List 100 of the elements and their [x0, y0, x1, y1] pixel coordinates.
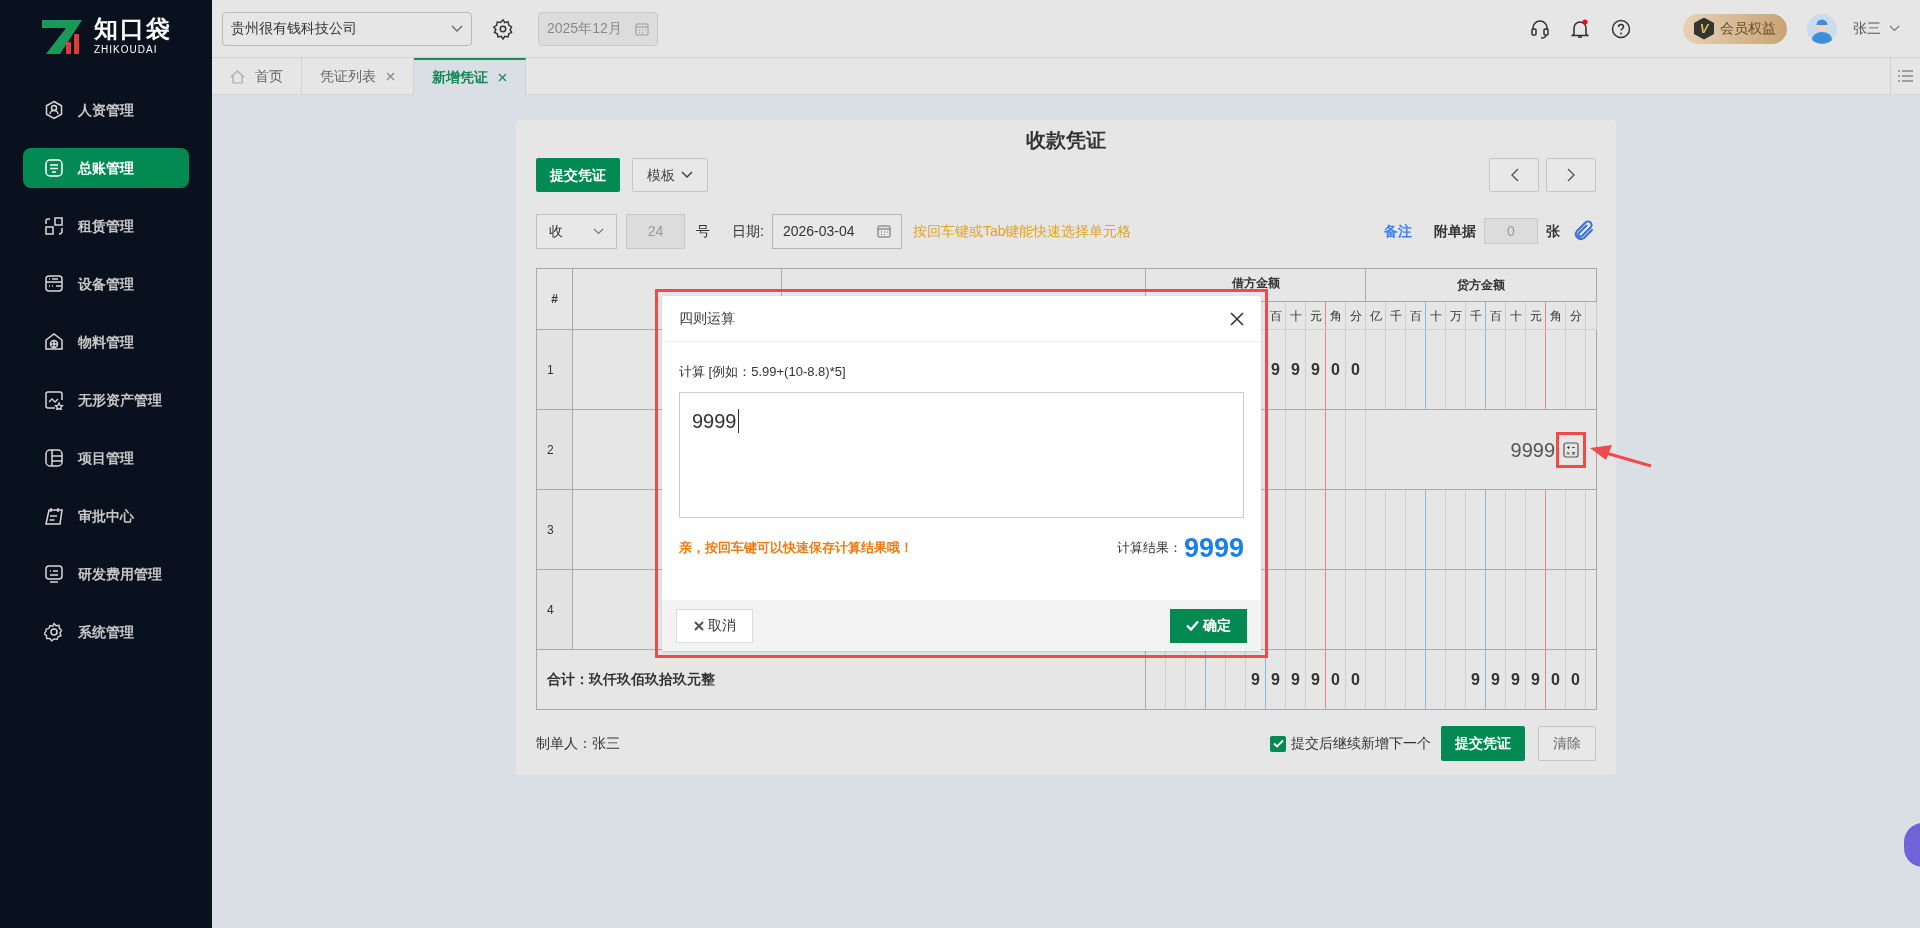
- total-label: 合计：玖仟玖佰玖拾玖元整: [547, 671, 715, 687]
- submit-button[interactable]: 提交凭证: [1441, 726, 1525, 761]
- submit-button[interactable]: 提交凭证: [536, 158, 620, 192]
- row-number: 4: [547, 602, 554, 617]
- unit-label: 千: [1469, 308, 1482, 323]
- sidebar-item[interactable]: 总账管理: [23, 148, 189, 188]
- calculator-icon[interactable]: [1563, 441, 1580, 458]
- hint-text: 按回车键或Tab键能快速选择单元格: [912, 221, 1132, 241]
- pointer-arrow: [1588, 444, 1652, 468]
- document-icon: [44, 158, 64, 178]
- chevron-left-icon: [1509, 168, 1519, 182]
- unit-label: 百: [1269, 308, 1282, 323]
- unit-label: 元: [1529, 308, 1542, 323]
- digit: 0: [1351, 670, 1360, 688]
- logo-text: 知口袋: [94, 17, 172, 41]
- attachments-suffix: 张: [1546, 221, 1560, 241]
- sidebar-item[interactable]: 审批中心: [23, 496, 189, 536]
- person-icon: [44, 100, 64, 120]
- tip-text: 亲，按回车键可以快速保存计算结果哦！: [679, 538, 913, 557]
- digit: 9: [1271, 670, 1280, 688]
- maker-text: 制单人：张三: [536, 734, 620, 753]
- headset-icon[interactable]: [1531, 18, 1549, 39]
- unit-label: 百: [1409, 308, 1422, 323]
- continue-checkbox[interactable]: [1270, 735, 1286, 752]
- unit-label: 分: [1569, 308, 1582, 323]
- unit-label: 十: [1429, 308, 1442, 323]
- unit-label: 百: [1489, 308, 1502, 323]
- paperclip-icon[interactable]: [1572, 219, 1596, 243]
- field-label: 计算 [例如：5.99+(10-8.8)*5]: [679, 363, 847, 381]
- index-header: #: [551, 292, 558, 306]
- unit-label: 万: [1449, 308, 1462, 323]
- type-select[interactable]: 收: [536, 213, 617, 249]
- monitor-icon: [44, 564, 64, 584]
- unit-label: 十: [1509, 308, 1522, 323]
- digit: 9: [1311, 360, 1320, 378]
- sidebar-item[interactable]: 研发费用管理: [23, 554, 189, 594]
- sidebar-item[interactable]: 设备管理: [23, 264, 189, 304]
- calendar-icon: [876, 224, 891, 238]
- panel-icon: [44, 274, 64, 294]
- list-icon[interactable]: [1898, 70, 1913, 82]
- settings-icon: [44, 622, 64, 642]
- unit-label: 元: [1309, 308, 1322, 323]
- bell-icon[interactable]: [1571, 18, 1589, 39]
- sidebar-item[interactable]: 项目管理: [23, 438, 189, 478]
- close-icon[interactable]: [1230, 311, 1244, 326]
- company-select[interactable]: 贵州很有钱科技公司: [222, 11, 472, 46]
- row-number: 2: [547, 442, 554, 457]
- sidebar-item[interactable]: 租赁管理: [23, 206, 189, 246]
- home-icon: [230, 69, 245, 84]
- member-badge[interactable]: V 会员权益: [1683, 13, 1787, 44]
- expression-field[interactable]: 9999: [679, 391, 1244, 518]
- digit: 9: [1291, 360, 1300, 378]
- number-suffix: 号: [696, 221, 710, 241]
- column-header: 贷方金额: [1457, 278, 1506, 292]
- grid-icon: [44, 448, 64, 468]
- sidebar-item[interactable]: 系统管理: [23, 612, 189, 652]
- confirm-button[interactable]: 确定: [1170, 608, 1247, 643]
- chart-icon: [44, 390, 64, 410]
- row-number: 3: [547, 522, 554, 537]
- digit: 9: [1511, 670, 1520, 688]
- digit: 9: [1251, 670, 1260, 688]
- voucher-title: 收款凭证: [1025, 128, 1107, 153]
- avatar[interactable]: [1807, 13, 1837, 44]
- layout-icon: [44, 216, 64, 236]
- date-field[interactable]: 2026-03-04: [771, 213, 902, 249]
- tab[interactable]: 首页: [212, 58, 302, 95]
- unit-label: 千: [1389, 308, 1402, 323]
- cancel-button[interactable]: 取消: [676, 608, 753, 643]
- house-icon: [44, 332, 64, 352]
- clear-button[interactable]: 清除: [1538, 726, 1596, 761]
- digit: 9: [1291, 670, 1300, 688]
- column-header: 借方金额: [1231, 276, 1280, 290]
- digit: 0: [1331, 360, 1340, 378]
- template-button[interactable]: 模板: [632, 158, 708, 192]
- user-menu[interactable]: 张三: [1853, 18, 1900, 39]
- digit: 9: [1271, 360, 1280, 378]
- sidebar-item[interactable]: 无形资产管理: [23, 380, 189, 420]
- unit-label: 角: [1329, 308, 1342, 323]
- unit-label: 角: [1549, 308, 1562, 323]
- settings-icon[interactable]: [492, 17, 514, 40]
- unit-label: 十: [1289, 308, 1302, 323]
- digit: 9: [1471, 670, 1480, 688]
- chevron-right-icon: [1566, 168, 1576, 182]
- dialog-title: 四则运算: [679, 309, 735, 328]
- sidebar-item[interactable]: 人资管理: [23, 90, 189, 130]
- logo-subtext: ZHIKOUDAI: [94, 45, 158, 55]
- help-icon[interactable]: [1611, 18, 1631, 39]
- amount-input[interactable]: 9999: [1366, 410, 1597, 489]
- sidebar-item[interactable]: 物料管理: [23, 322, 189, 362]
- digit: 0: [1551, 670, 1560, 688]
- unit-label: 分: [1349, 308, 1362, 323]
- date-label: 日期:: [732, 221, 764, 241]
- result-label: 计算结果：: [1116, 538, 1182, 557]
- digit: 9: [1531, 670, 1540, 688]
- digit: 9: [1311, 670, 1320, 688]
- continue-label[interactable]: 提交后继续新增下一个: [1291, 733, 1431, 754]
- result-value: 9999: [1183, 531, 1244, 564]
- close-icon: [693, 620, 704, 631]
- digit: 0: [1571, 670, 1580, 688]
- chevron-down-icon: [593, 227, 604, 235]
